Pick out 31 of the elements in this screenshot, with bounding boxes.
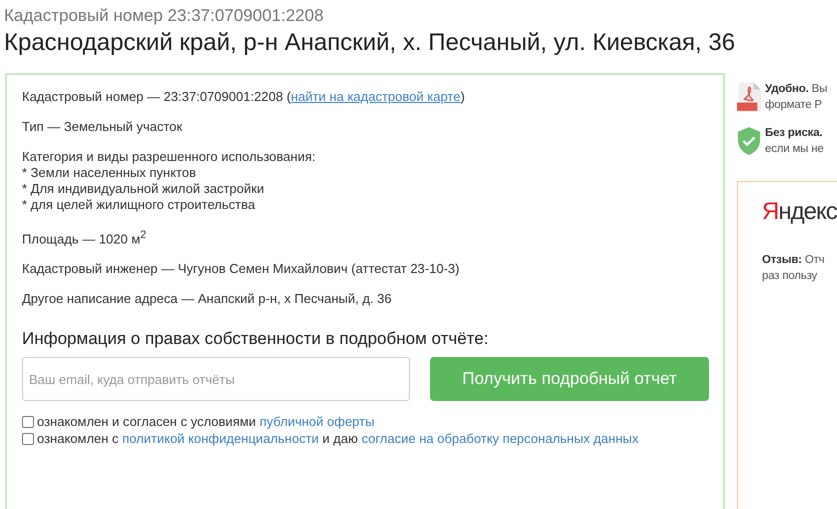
agreement-link[interactable]: публичной оферты — [260, 414, 374, 430]
list-item: * Для индивидуальной жилой застройки — [22, 181, 266, 197]
get-report-button[interactable]: Получить подробный отчет — [430, 357, 709, 402]
detail-line: Другое написание адреса — Анапский р-н, х Песчаный, д. 36 — [22, 291, 393, 308]
agreement-link[interactable]: политикой конфиденциальности — [122, 431, 319, 446]
section-heading: Информация о правах собственности в подробном отчёте: — [22, 329, 490, 350]
review-text: раз пользу — [762, 269, 818, 284]
review-text: Отзыв: Отч — [762, 253, 826, 268]
map-link[interactable]: найти на кадастровой карте — [290, 89, 460, 104]
agreement-text: ознакомлен с политикой конфиденциальности и даю согласие на обработку персональных данных — [37, 430, 638, 448]
detail-line: Площадь — 1020 м$^{2}$ — [22, 228, 148, 248]
agreement-link[interactable]: согласие на обработку персональных данных — [361, 431, 638, 446]
checkbox[interactable] — [22, 416, 34, 428]
benefit-text: Без риска. — [765, 126, 824, 141]
detail-line: Тип — Земельный участок — [22, 119, 184, 135]
cadastral-number: Кадастровый номер 23:37:0709001:2208 — [4, 6, 325, 26]
page-title: Краснодарский край, р-н Анапский, х. Песчаный, ул. Киевская, 36 — [4, 28, 736, 58]
pdf-file-icon — [737, 81, 761, 113]
yandex-logo: Яндекс — [762, 198, 837, 226]
agreement-text: ознакомлен и согласен с условиями публичной оферты — [37, 413, 374, 430]
benefit-text: Удобно. Вы — [765, 82, 828, 97]
detail-line: Категория и виды разрешенного использования: — [22, 149, 316, 165]
checkbox[interactable] — [22, 432, 34, 445]
list-item: * Земли населенных пунктов — [22, 165, 197, 181]
email-field[interactable]: Ваш email, куда отправить отчёты — [22, 357, 410, 402]
shield-check-icon — [737, 125, 761, 157]
detail-line: Кадастровый инженер — Чугунов Семен Михайлович (аттестат 23-10-3) — [22, 261, 460, 278]
benefit-text: формате Р — [765, 98, 823, 113]
list-item: * для целей жилищного строительства — [22, 197, 256, 213]
benefit-text: если мы не — [765, 142, 824, 157]
detail-line: Кадастровый номер — 23:37:0709001:2208 (найти на кадастровой карте) — [22, 89, 466, 105]
